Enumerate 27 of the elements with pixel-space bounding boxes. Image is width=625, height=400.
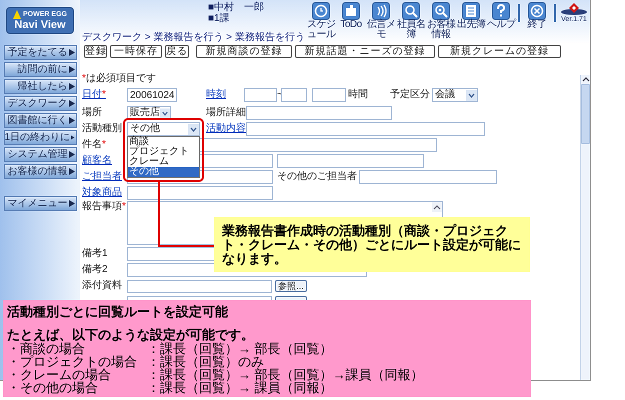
note-text: ：課長（回覧）→ 部長（回覧） [147,342,334,355]
unit-label: 時間 [348,89,368,101]
note-text: ・プロジェクトの場合 [7,355,138,368]
breadcrumb: デスクワーク > 業務報告を行う > 業務報告を行う [82,32,305,43]
field-label: 場所詳細 [206,107,246,119]
field-label: 報告事項* [82,201,127,213]
field-label: 添付資料 [82,280,123,292]
note-text: ：課長（回覧）のみ [147,355,264,368]
logo-text: Navi View [14,19,66,31]
note-text: ：課長（回覧）→ 課員（同報） [147,381,334,394]
note-text: たとえば、以下のような設定が可能です。 [7,328,254,341]
field-label: その他のご担当者 [277,171,358,183]
user-group: ■1課 [208,13,264,24]
field-label: 活動種別 [82,123,123,135]
field-label: 備考2 [82,264,109,276]
field-label: 備考1 [82,248,109,260]
note-text: ：課長（回覧）→ 部長（回覧）→課員（同報） [147,368,424,381]
field-label: 場所 [82,107,103,119]
user-name: ■中村 一郎 [208,2,264,13]
note-text: ・その他の場合 [7,381,98,394]
required-note: *は必須項目です [82,73,156,86]
field-label: 件名* [82,139,107,151]
note-text: ・商談の場合 [7,342,86,355]
field-label: 予定区分 [390,89,431,101]
note-title: 活動種別ごとに回覧ルートを設定可能 [7,305,228,319]
note-text: ・クレームの場合 [7,368,111,381]
callout-tooltip: 業務報告書作成時の活動種別（商談・プロジェクト・クレーム・その他）ごとにルート設定が可能になります。 [214,217,530,272]
